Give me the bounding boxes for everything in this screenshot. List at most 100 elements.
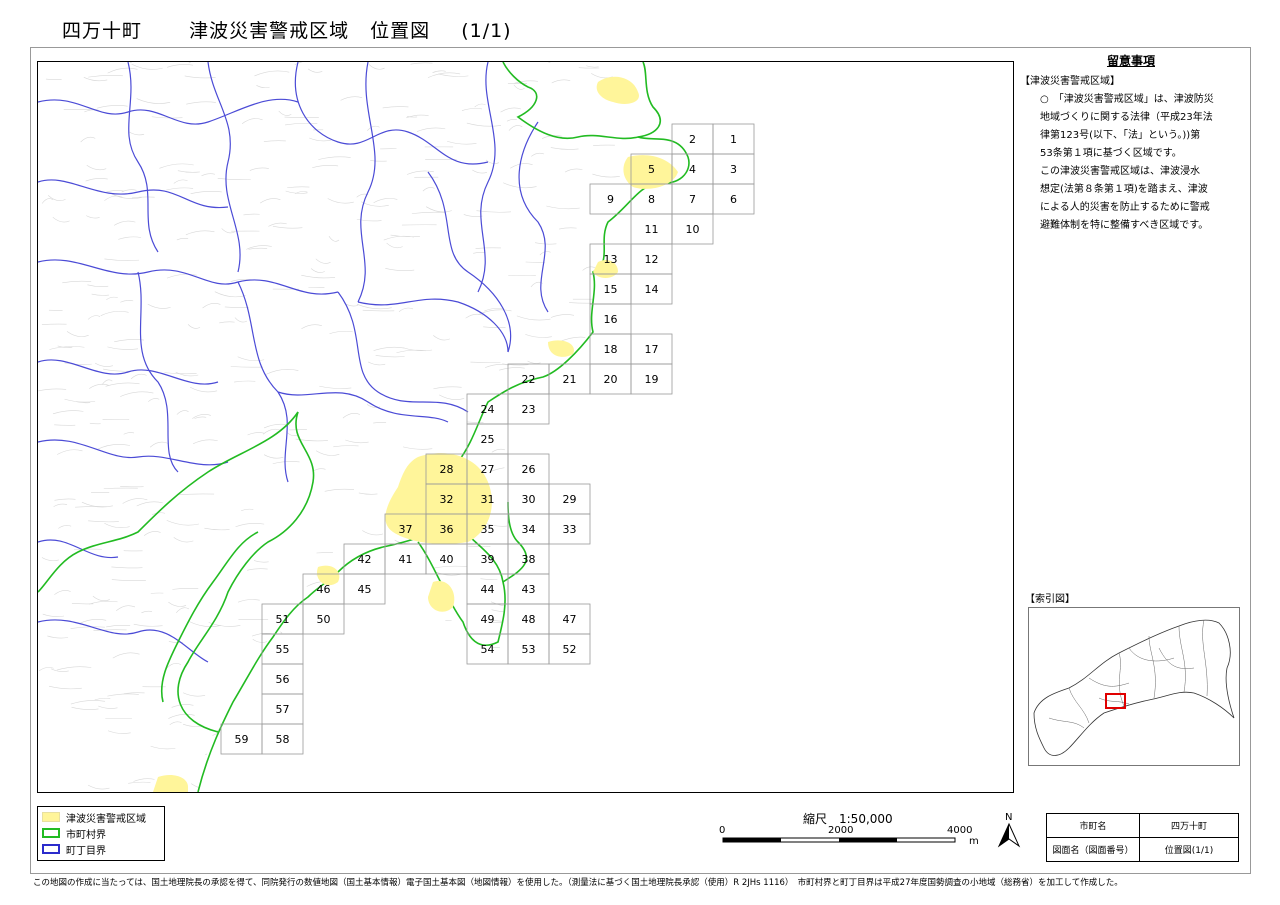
legend-label: 町丁目界	[66, 845, 106, 857]
legend-swatch-line	[42, 844, 60, 854]
notes-para2-line: 避難体制を特に整備すべき区域です。	[1040, 220, 1209, 231]
sheet-cell-label-25: 25	[481, 433, 495, 446]
sheet-cell-label-33: 33	[563, 523, 577, 536]
info-value: 四万十町	[1139, 813, 1239, 838]
notes-para1: ○ 「津波災害警戒区域」は、津波防災 地域づくりに関する法律（平成23年法 律第…	[1020, 91, 1242, 163]
index-map-label: 【索引図】	[1025, 594, 1075, 605]
sheet-cell-label-55: 55	[276, 643, 290, 656]
sheet-cell-label-24: 24	[481, 403, 495, 416]
notes-para2-line: による人的災害を防止するために警戒	[1040, 202, 1210, 213]
notes-section: 【津波災害警戒区域】	[1020, 76, 1120, 87]
title-town: 四万十町	[62, 20, 143, 42]
notes-para2-line: この津波災害警戒区域は、津波浸水	[1040, 166, 1200, 177]
sheet-cell-label-35: 35	[481, 523, 495, 536]
sheet-cell-label-56: 56	[276, 673, 290, 686]
north-arrow-icon	[997, 822, 1021, 848]
sheet-cell-label-15: 15	[604, 283, 618, 296]
sheet-cell-label-58: 58	[276, 733, 290, 746]
map-canvas: 1234567891011121314151617181920212223242…	[38, 62, 1013, 792]
sheet-cell-label-36: 36	[440, 523, 454, 536]
legend-label: 市町村界	[66, 829, 106, 841]
legend-item-district-boundary: 町丁目界	[42, 842, 106, 857]
sheet-cell-label-5: 5	[648, 163, 655, 176]
index-map[interactable]	[1028, 607, 1240, 766]
sheet-cell-label-14: 14	[645, 283, 659, 296]
sheet-cell-label-18: 18	[604, 343, 618, 356]
sheet-cell-label-29: 29	[563, 493, 577, 506]
sheet-cell-label-47: 47	[563, 613, 577, 626]
sheet-cell-label-8: 8	[648, 193, 655, 206]
sheet-cell-label-27: 27	[481, 463, 495, 476]
sheet-cell-label-23: 23	[522, 403, 536, 416]
scale-tick-0: 0	[719, 825, 726, 836]
sheet-cell-label-52: 52	[563, 643, 577, 656]
sheet-cell-label-26: 26	[522, 463, 536, 476]
sheet-cell-label-44: 44	[481, 583, 495, 596]
sheet-cell-label-38: 38	[522, 553, 536, 566]
map-title: 四万十町 津波災害警戒区域 位置図 (1/1)	[62, 16, 552, 43]
sheet-cell-label-22: 22	[522, 373, 536, 386]
notes-heading: 留意事項	[1106, 54, 1155, 68]
scale-tick-2000: 2000	[828, 825, 854, 836]
notes-para1-line: 地域づくりに関する法律（平成23年法	[1040, 112, 1213, 123]
sheet-cell-label-46: 46	[317, 583, 331, 596]
sheet-cell-label-37: 37	[399, 523, 413, 536]
title-page: (1/1)	[461, 20, 512, 42]
sheet-cell-label-54: 54	[481, 643, 495, 656]
sheet-cell-label-57: 57	[276, 703, 290, 716]
sheet-cell-label-30: 30	[522, 493, 536, 506]
sheet-cell-label-4: 4	[689, 163, 696, 176]
main-map[interactable]: 1 2 3 4 5 6 7 8 9 10 11 12 13 14 15 16 17 18 19 20 21 22 23 24 2…	[37, 61, 1014, 793]
sheet-cell-label-45: 45	[358, 583, 372, 596]
notes-para2: この津波災害警戒区域は、津波浸水 想定(法第８条第１項)を踏まえ、津波 による人…	[1020, 163, 1242, 235]
notes-para1-line: ○ 「津波災害警戒区域」は、津波防災	[1040, 94, 1214, 105]
sheet-cell-label-53: 53	[522, 643, 536, 656]
sheet-cell-label-39: 39	[481, 553, 495, 566]
sheet-cell-label-6: 6	[730, 193, 737, 206]
scale-unit: m	[969, 836, 979, 847]
legend-swatch-line	[42, 828, 60, 838]
sheet-cell-label-12: 12	[645, 253, 659, 266]
sheet-cell-label-19: 19	[645, 373, 659, 386]
sheet-cell-label-48: 48	[522, 613, 536, 626]
sheet-cell-label-21: 21	[563, 373, 577, 386]
table-row: 図面名（図面番号） 位置図(1/1)	[1046, 837, 1239, 862]
sheet-cell-label-49: 49	[481, 613, 495, 626]
north-arrow: N	[996, 812, 1022, 848]
title-kind: 位置図	[370, 20, 431, 42]
notes-para1-line: 律第123号(以下、「法」という。))第	[1040, 130, 1201, 141]
prefecture-outline	[1033, 619, 1235, 756]
legend-item-municipal-boundary: 市町村界	[42, 826, 106, 841]
info-key: 市町名	[1046, 813, 1140, 838]
sheet-cell-label-28: 28	[440, 463, 454, 476]
info-value: 位置図(1/1)	[1139, 837, 1239, 862]
info-key: 図面名（図面番号）	[1046, 837, 1140, 862]
sheet-cell-label-42: 42	[358, 553, 372, 566]
index-map-canvas	[1033, 619, 1235, 756]
sheet-cell-label-51: 51	[276, 613, 290, 626]
sheet-cell-label-59: 59	[235, 733, 249, 746]
legend-item-tsunami-zone: 津波災害警戒区域	[42, 810, 146, 825]
footer-credit: この地図の作成に当たっては、国土地理院長の承認を得て、同院発行の数値地図（国土基…	[33, 878, 1123, 888]
sheet-cell-label-17: 17	[645, 343, 659, 356]
sheet-cell-label-41: 41	[399, 553, 413, 566]
sheet-cell-label-34: 34	[522, 523, 536, 536]
sheet-cell-label-2: 2	[689, 133, 696, 146]
notes-para1-line: 53条第１項に基づく区域です。	[1040, 148, 1182, 159]
legend-label: 津波災害警戒区域	[66, 813, 146, 825]
scale-bar: 縮尺 1:50,000 0 2000 4000 m	[715, 810, 985, 850]
sheet-cell-label-20: 20	[604, 373, 618, 386]
legend: 津波災害警戒区域 市町村界 町丁目界	[37, 806, 165, 861]
sheet-cell-label-9: 9	[607, 193, 614, 206]
scale-tick-4000: 4000	[947, 825, 973, 836]
sheet-cell-label-32: 32	[440, 493, 454, 506]
sea-area	[198, 62, 1013, 792]
sheet-info-table: 市町名 四万十町 図面名（図面番号） 位置図(1/1)	[1046, 813, 1239, 862]
notes-panel: 留意事項 【津波災害警戒区域】 ○ 「津波災害警戒区域」は、津波防災 地域づくり…	[1020, 52, 1242, 235]
legend-swatch-fill	[42, 812, 60, 822]
sheet-cell-label-1: 1	[730, 133, 737, 146]
sheet-cell-label-13: 13	[604, 253, 618, 266]
sheet-cell-label-10: 10	[686, 223, 700, 236]
title-zone: 津波災害警戒区域	[189, 20, 350, 42]
table-row: 市町名 四万十町	[1046, 813, 1239, 838]
